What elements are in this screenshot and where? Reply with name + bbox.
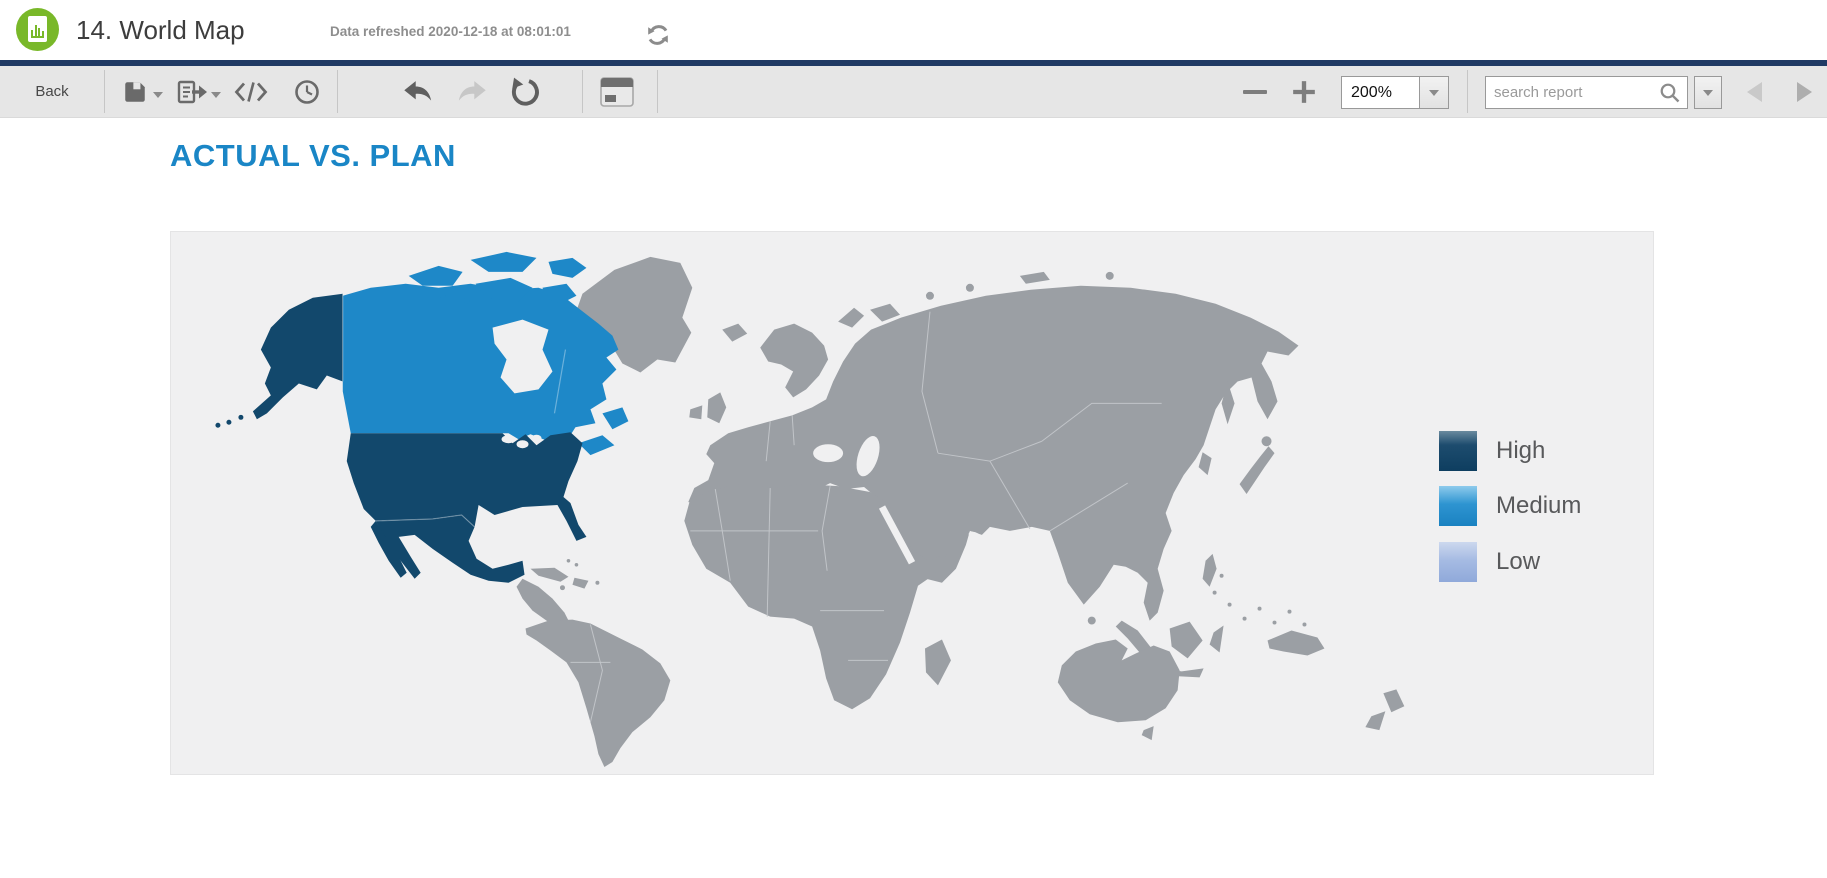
zoom-level-dropdown-button[interactable] bbox=[1419, 77, 1448, 108]
legend-row-low: Low bbox=[1439, 542, 1540, 582]
world-map-panel: High Medium Low bbox=[170, 231, 1654, 775]
app-header: 14. World Map Data refreshed 2020-12-18 … bbox=[0, 0, 1827, 60]
redo-icon[interactable] bbox=[456, 79, 488, 105]
highlighted-countries[interactable] bbox=[215, 252, 628, 583]
history-clock-icon[interactable] bbox=[294, 79, 320, 105]
search-report-box bbox=[1485, 76, 1688, 109]
legend-row-high: High bbox=[1439, 431, 1545, 471]
zoom-out-icon[interactable] bbox=[1243, 90, 1267, 94]
toolbar-separator bbox=[337, 70, 338, 113]
panel-window-icon[interactable] bbox=[600, 77, 634, 107]
legend-label: Low bbox=[1496, 548, 1540, 576]
caret-down-icon bbox=[1703, 90, 1713, 96]
zoom-in-icon[interactable] bbox=[1291, 79, 1317, 105]
legend-swatch-high bbox=[1439, 431, 1477, 471]
app-logo-icon bbox=[16, 8, 59, 51]
next-page-icon[interactable] bbox=[1797, 82, 1812, 102]
toolbar-separator bbox=[1467, 70, 1468, 113]
save-dropdown-caret[interactable] bbox=[153, 92, 163, 98]
data-refreshed-text: Data refreshed 2020-12-18 at 08:01:01 bbox=[330, 0, 571, 60]
refresh-icon[interactable] bbox=[645, 22, 671, 48]
page-title: 14. World Map bbox=[76, 0, 245, 60]
legend-label: Medium bbox=[1496, 492, 1581, 520]
country-shapes[interactable] bbox=[517, 257, 1405, 767]
report-heading: ACTUAL VS. PLAN bbox=[170, 138, 456, 174]
legend-swatch-low bbox=[1439, 542, 1477, 582]
back-button[interactable]: Back bbox=[0, 66, 104, 118]
save-icon[interactable] bbox=[121, 79, 149, 105]
world-map[interactable] bbox=[171, 232, 1653, 774]
toolbar-separator bbox=[582, 70, 583, 113]
search-report-input[interactable] bbox=[1486, 77, 1654, 108]
export-dropdown-caret[interactable] bbox=[211, 92, 221, 98]
caret-down-icon bbox=[1429, 90, 1439, 96]
legend-swatch-medium bbox=[1439, 486, 1477, 526]
export-icon[interactable] bbox=[176, 79, 208, 105]
undo-icon[interactable] bbox=[402, 79, 434, 105]
previous-page-icon[interactable] bbox=[1747, 82, 1762, 102]
revert-icon[interactable] bbox=[510, 77, 540, 107]
toolbar-separator bbox=[657, 70, 658, 113]
search-icon[interactable] bbox=[1659, 82, 1681, 104]
legend-label: High bbox=[1496, 437, 1545, 465]
toolbar: Back bbox=[0, 66, 1827, 118]
zoom-level-value[interactable]: 200% bbox=[1342, 77, 1419, 108]
legend-row-medium: Medium bbox=[1439, 486, 1581, 526]
zoom-level-combo[interactable]: 200% bbox=[1341, 76, 1449, 109]
search-dropdown-button[interactable] bbox=[1694, 76, 1722, 109]
toolbar-separator bbox=[104, 70, 105, 113]
code-icon[interactable] bbox=[234, 79, 268, 105]
